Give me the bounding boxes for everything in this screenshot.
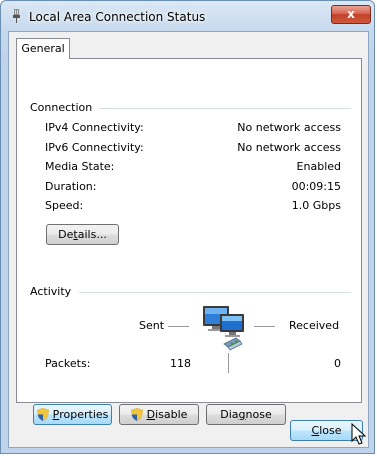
duration-value: 00:09:15 [291, 180, 341, 193]
packets-label: Packets: [45, 357, 91, 370]
network-computers-icon [203, 306, 244, 351]
duration-label: Duration: [45, 180, 97, 193]
details-button[interactable]: De t ails... [46, 224, 119, 245]
disable-accelerator: D [146, 408, 156, 421]
activity-separator [79, 292, 351, 293]
close-accelerator: C [311, 424, 320, 437]
ipv4-value: No network access [237, 121, 341, 134]
properties-label-post: roperties [59, 408, 109, 421]
close-icon: x [347, 7, 355, 21]
packets-received-value: 0 [334, 357, 341, 370]
uac-shield-icon [36, 408, 49, 421]
ipv6-value: No network access [237, 141, 341, 154]
disable-button[interactable]: Disable [119, 404, 199, 425]
disable-label-post: isable [155, 408, 188, 421]
dialog-client-area: General Connection IPv4 Connectivity: No… [8, 31, 369, 448]
received-connector-line [254, 326, 275, 327]
properties-button[interactable]: Properties [33, 404, 112, 425]
speed-value: 1.0 Gbps [291, 199, 341, 212]
sent-connector-line [168, 326, 189, 327]
activity-group-title: Activity [30, 285, 78, 298]
details-label-post: ails... [77, 228, 107, 241]
uac-shield-icon [130, 408, 143, 421]
ipv4-label: IPv4 Connectivity: [45, 121, 144, 134]
connection-group-title: Connection [30, 101, 99, 114]
received-label: Received [289, 319, 340, 332]
tab-general-label: General [21, 42, 65, 55]
media-state-value: Enabled [296, 160, 341, 173]
diagnose-label-pre: Dia [220, 408, 239, 421]
diagnose-button[interactable]: Dia g nose [206, 404, 286, 425]
media-state-label: Media State: [45, 160, 115, 173]
window-title: Local Area Connection Status [29, 10, 206, 24]
close-label-post: lose [319, 424, 342, 437]
status-window: Local Area Connection Status x General C… [0, 0, 375, 454]
packets-divider [228, 353, 229, 373]
general-tab-panel: Connection IPv4 Connectivity: No network… [16, 58, 362, 425]
mouse-pointer-icon [351, 423, 367, 445]
connection-separator [99, 108, 351, 109]
title-bar[interactable]: Local Area Connection Status x [1, 1, 376, 31]
diagnose-accelerator: g [238, 408, 246, 421]
speed-label: Speed: [45, 199, 84, 212]
properties-accelerator: P [52, 408, 60, 421]
diagnose-label-post: nose [245, 408, 272, 421]
details-label-pre: De [58, 228, 74, 241]
ipv6-label: IPv6 Connectivity: [45, 141, 144, 154]
packets-sent-value: 118 [170, 357, 191, 370]
sent-label: Sent [139, 319, 165, 332]
network-plug-icon [13, 9, 20, 23]
tab-general[interactable]: General [16, 38, 70, 59]
close-window-button[interactable]: x [331, 5, 371, 24]
